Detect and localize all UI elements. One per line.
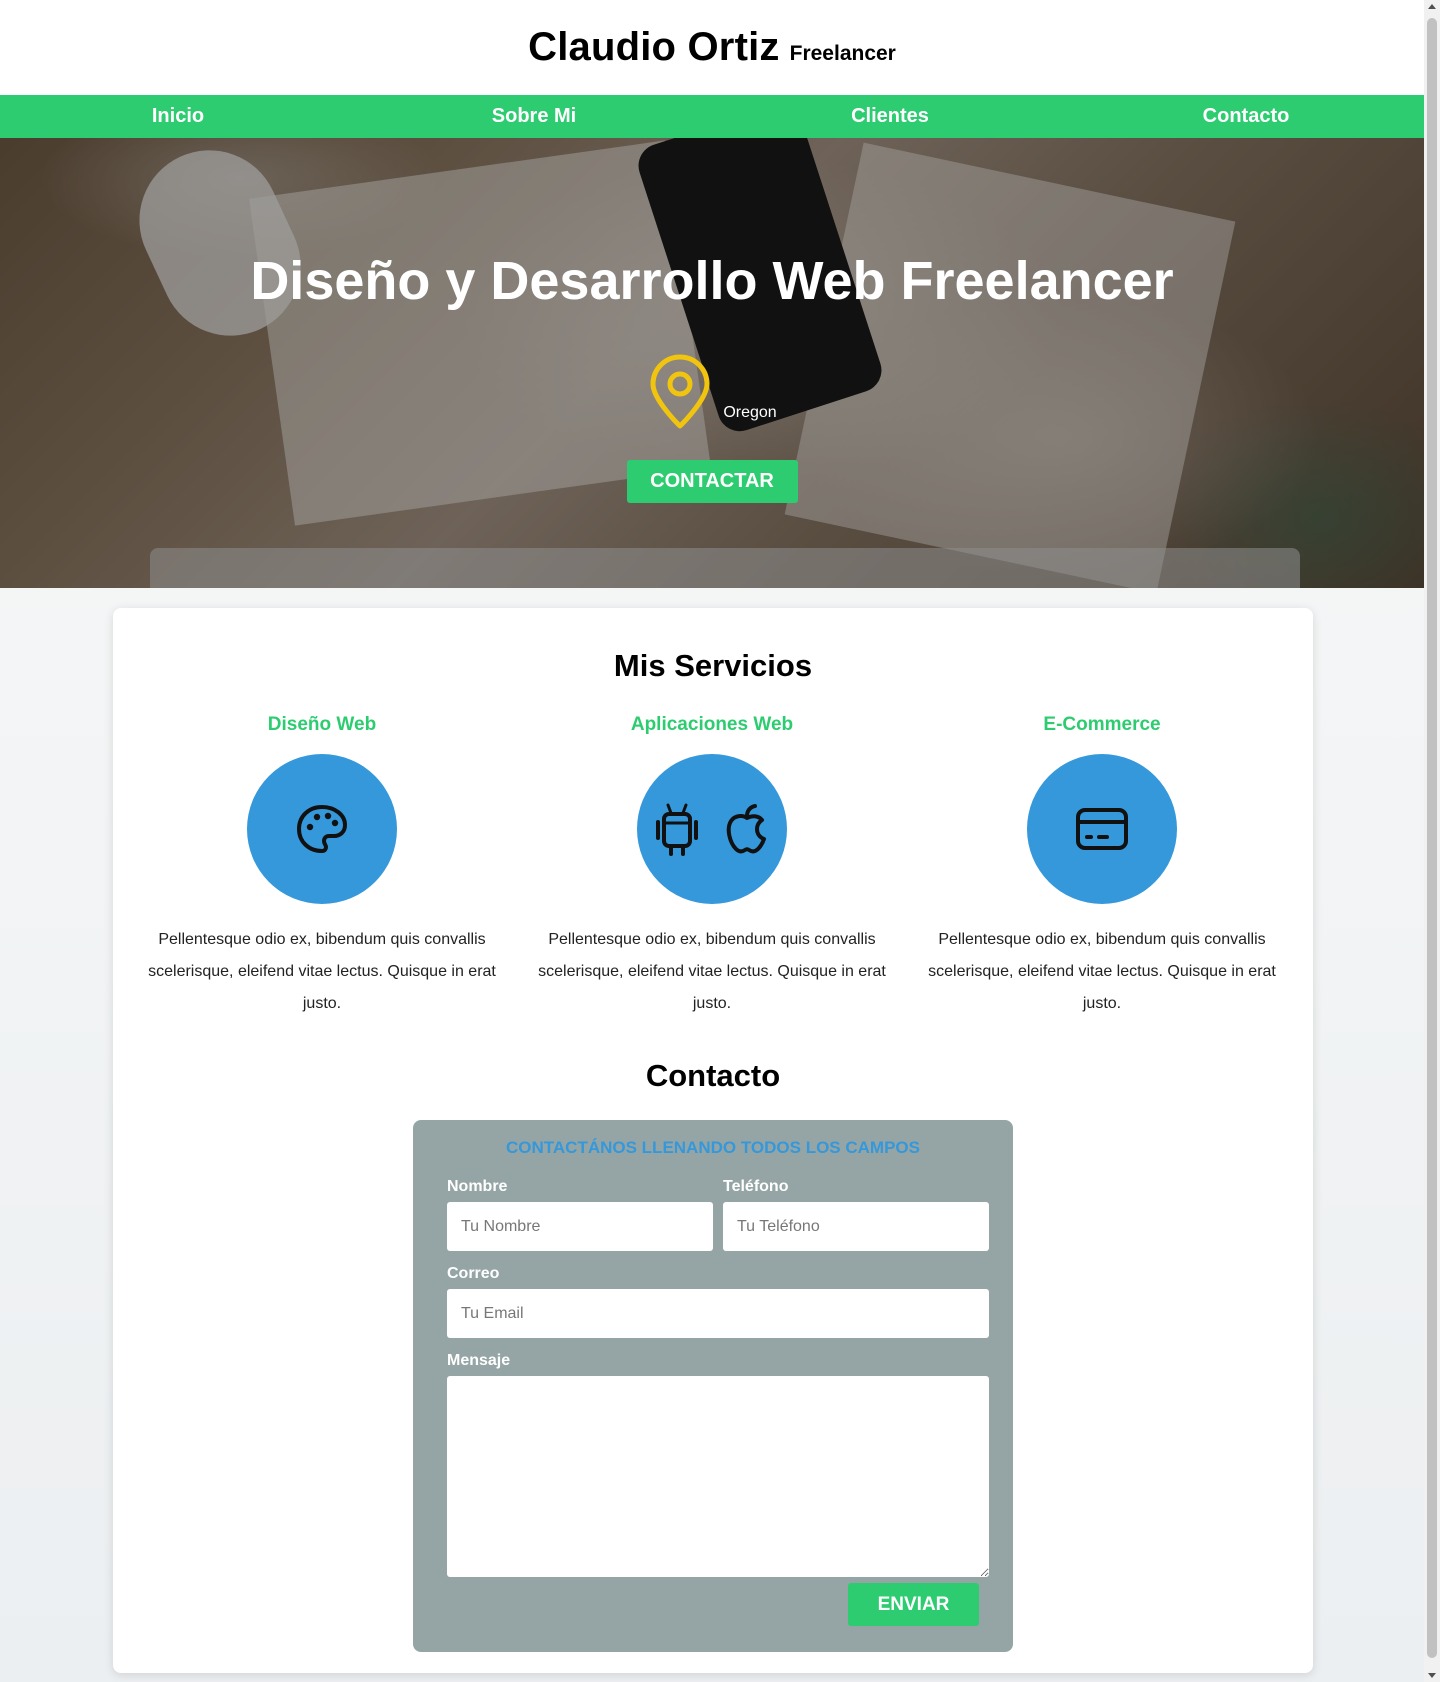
- field-telefono: Teléfono: [723, 1178, 989, 1251]
- field-nombre: Nombre: [447, 1178, 713, 1251]
- nav-item-contacto[interactable]: Contacto: [1068, 105, 1424, 128]
- nav-item-clientes[interactable]: Clientes: [712, 105, 1068, 128]
- map-pin-icon: [650, 354, 710, 429]
- correo-label: Correo: [447, 1265, 500, 1282]
- enviar-button[interactable]: ENVIAR: [848, 1583, 979, 1626]
- nav-item-inicio[interactable]: Inicio: [0, 105, 356, 128]
- service-icon-circle: [637, 754, 787, 904]
- form-legend: CONTACTÁNOS LLENANDO TODOS LOS CAMPOS: [506, 1138, 920, 1157]
- logo-name: Claudio Ortiz: [528, 25, 780, 69]
- credit-card-icon: [1076, 808, 1128, 850]
- service-name: Aplicaciones Web: [630, 714, 794, 735]
- logo-tagline: Freelancer: [789, 42, 896, 65]
- scroll-up-icon[interactable]: [1428, 4, 1436, 9]
- hero-content: Diseño y Desarrollo Web Freelancer Orego…: [0, 138, 1424, 588]
- service-aplicaciones-web: Aplicaciones Web Pellentesque odio ex, b…: [517, 714, 907, 1020]
- contact-form: CONTACTÁNOS LLENANDO TODOS LOS CAMPOS No…: [413, 1120, 1013, 1652]
- page: Claudio Ortiz Freelancer Inicio Sobre Mi…: [0, 0, 1424, 1682]
- hero: Diseño y Desarrollo Web Freelancer Orego…: [0, 138, 1424, 588]
- palette-icon: [297, 805, 347, 853]
- services-list: Diseño Web Pellentesque odio ex, bibendu…: [113, 714, 1313, 1020]
- mensaje-label: Mensaje: [447, 1352, 511, 1369]
- mensaje-textarea[interactable]: [447, 1376, 989, 1577]
- android-icon: [656, 803, 698, 856]
- scroll-down-icon[interactable]: [1428, 1673, 1436, 1678]
- telefono-label: Teléfono: [723, 1178, 789, 1195]
- field-mensaje: Mensaje: [447, 1352, 989, 1577]
- hero-location: Oregon: [647, 354, 777, 430]
- service-description: Pellentesque odio ex, bibendum quis conv…: [148, 931, 496, 1012]
- telefono-input[interactable]: [723, 1202, 989, 1251]
- service-name: E-Commerce: [1043, 714, 1161, 735]
- service-description: Pellentesque odio ex, bibendum quis conv…: [538, 931, 886, 1012]
- hero-title: Diseño y Desarrollo Web Freelancer: [250, 251, 1174, 311]
- nav-item-sobre-mi[interactable]: Sobre Mi: [356, 105, 712, 128]
- hero-location-text: Oregon: [723, 404, 777, 421]
- service-description: Pellentesque odio ex, bibendum quis conv…: [928, 931, 1276, 1012]
- logo[interactable]: Claudio Ortiz Freelancer: [528, 25, 896, 70]
- page-scrollbar[interactable]: [1424, 0, 1440, 1682]
- nombre-input[interactable]: [447, 1202, 713, 1251]
- contact-title: Contacto: [645, 1058, 781, 1093]
- site-header: Claudio Ortiz Freelancer: [0, 0, 1424, 95]
- correo-input[interactable]: [447, 1289, 989, 1338]
- nombre-label: Nombre: [447, 1178, 508, 1195]
- service-name: Diseño Web: [267, 714, 377, 735]
- send-row: ENVIAR: [447, 1583, 989, 1626]
- contactar-button[interactable]: CONTACTAR: [626, 460, 798, 503]
- main-card: Mis Servicios Diseño Web Pellentesque od…: [113, 608, 1313, 1673]
- service-icon-circle: [1027, 754, 1177, 904]
- field-correo: Correo: [447, 1265, 989, 1338]
- form-row-name-phone: Nombre Teléfono: [447, 1178, 989, 1251]
- service-icon-circle: [247, 754, 397, 904]
- main-nav: Inicio Sobre Mi Clientes Contacto: [0, 95, 1424, 138]
- scrollbar-thumb[interactable]: [1427, 18, 1437, 1658]
- services-title: Mis Servicios: [613, 648, 813, 683]
- apple-icon: [726, 804, 766, 854]
- service-diseno-web: Diseño Web Pellentesque odio ex, bibendu…: [127, 714, 517, 1020]
- service-e-commerce: E-Commerce Pellentesque odio ex, bibendu…: [907, 714, 1297, 1020]
